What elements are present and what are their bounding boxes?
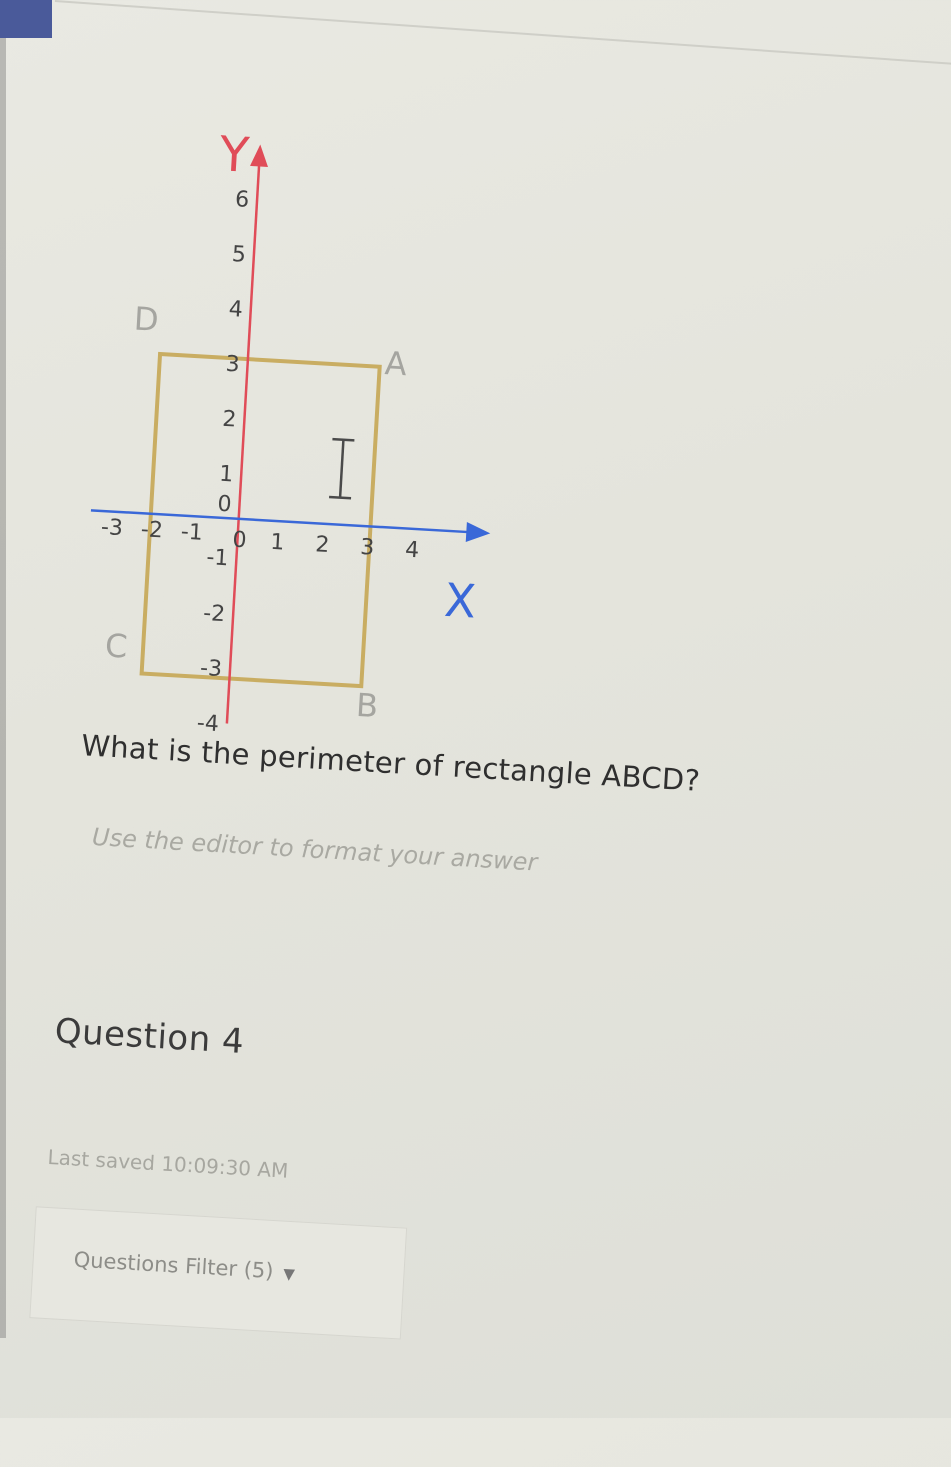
question-heading: Question 4: [53, 1011, 246, 1062]
x-tick-2: 2: [315, 532, 330, 558]
x-tick-0: 0: [232, 528, 247, 554]
x-tick-neg2: -2: [140, 517, 163, 543]
y-tick-3: 3: [225, 352, 240, 378]
x-tick-3: 3: [360, 535, 375, 561]
y-tick-6: 6: [234, 187, 249, 213]
x-tick-4: 4: [404, 537, 419, 563]
y-tick-2: 2: [222, 407, 237, 433]
questions-filter-panel: Questions Filter (5) ▼: [29, 1206, 408, 1340]
x-axis-label: X: [443, 573, 478, 629]
last-saved-status: Last saved 10:09:30 AM: [46, 1144, 289, 1183]
point-label-c: C: [104, 626, 128, 665]
y-tick-neg1: -1: [206, 545, 229, 571]
y-axis-arrow: [250, 144, 268, 167]
answer-editor-placeholder[interactable]: Use the editor to format your answer: [91, 823, 538, 877]
x-axis-arrow: [465, 521, 491, 542]
y-axis-label: Y: [217, 126, 251, 184]
point-label-d: D: [133, 300, 160, 339]
x-tick-neg3: -3: [100, 515, 123, 541]
y-tick-neg2: -2: [203, 601, 226, 627]
question-page: Y X 6 5 4 3 2 1 0 -1 -2 -3 -4 -3 -2 -1 0…: [0, 0, 951, 1467]
point-label-a: A: [384, 344, 408, 383]
x-tick-1: 1: [270, 530, 285, 556]
questions-filter-dropdown[interactable]: Questions Filter (5) ▼: [73, 1248, 296, 1285]
y-tick-1: 1: [219, 462, 234, 488]
y-tick-5: 5: [231, 242, 246, 268]
y-tick-4: 4: [228, 297, 243, 323]
coordinate-graph: Y X 6 5 4 3 2 1 0 -1 -2 -3 -4 -3 -2 -1 0…: [90, 126, 491, 737]
y-tick-0: 0: [217, 492, 232, 518]
y-tick-neg3: -3: [199, 656, 222, 682]
point-label-b: B: [355, 686, 379, 725]
x-tick-neg1: -1: [180, 520, 203, 546]
questions-filter-label: Questions Filter (5): [73, 1247, 275, 1284]
chevron-down-icon: ▼: [282, 1264, 296, 1284]
text-cursor-icon: [329, 437, 355, 500]
y-tick-neg4: -4: [196, 711, 219, 737]
